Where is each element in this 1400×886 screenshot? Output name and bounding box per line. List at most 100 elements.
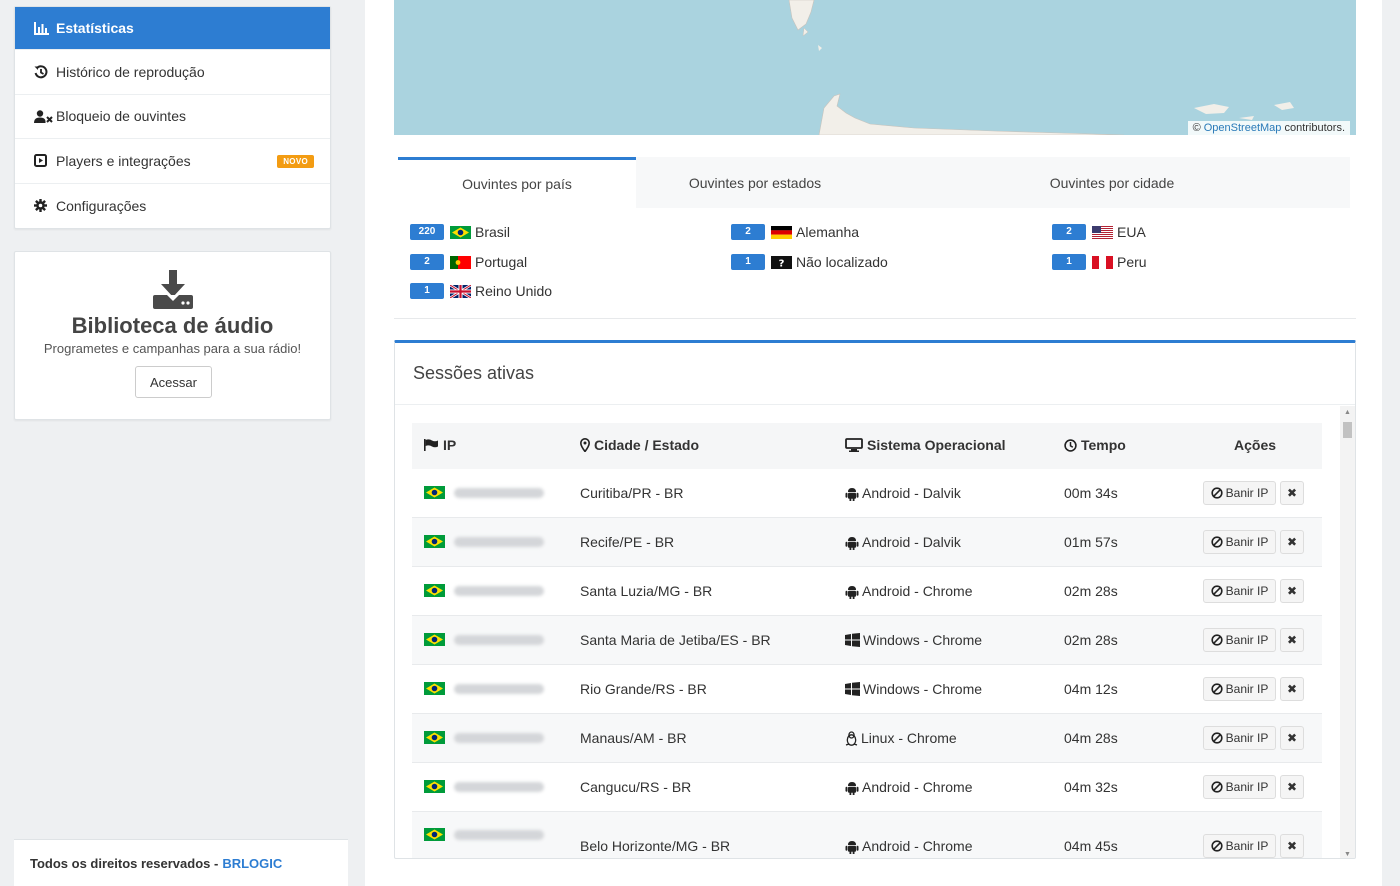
- brazil-flag-icon: [450, 225, 471, 239]
- sidebar-item-configuracoes[interactable]: Configurações: [15, 184, 330, 229]
- windows-icon: [845, 682, 860, 696]
- ban-ip-button[interactable]: Banir IP: [1203, 726, 1276, 750]
- ban-ip-button[interactable]: Banir IP: [1203, 834, 1276, 858]
- ban-ip-button[interactable]: Banir IP: [1203, 628, 1276, 652]
- ban-icon: [1211, 585, 1223, 597]
- tab-by-country[interactable]: Ouvintes por país: [398, 157, 636, 208]
- listener-map[interactable]: © OpenStreetMap contributors.: [394, 0, 1356, 135]
- android-icon: [845, 487, 859, 501]
- ip-redacted: [454, 732, 544, 743]
- scrollbar-thumb[interactable]: [1343, 422, 1352, 438]
- tab-by-city[interactable]: Ouvintes por cidade: [874, 157, 1350, 208]
- germany-flag-icon: [771, 225, 792, 239]
- country-name: EUA: [1117, 224, 1146, 240]
- linux-icon: [845, 730, 858, 746]
- close-session-button[interactable]: ✖: [1280, 775, 1304, 799]
- close-session-button[interactable]: ✖: [1280, 677, 1304, 701]
- scroll-up-icon[interactable]: ▲: [1344, 409, 1351, 416]
- divider: [395, 404, 1355, 405]
- ban-icon: [1211, 840, 1223, 852]
- listener-count-badge: 220: [410, 224, 444, 240]
- country-name: Portugal: [475, 254, 528, 270]
- table-scrollbar[interactable]: ▲ ▼: [1340, 406, 1355, 858]
- ban-icon: [1211, 487, 1223, 499]
- column-os: Sistema Operacional: [845, 437, 1006, 453]
- tab-by-state[interactable]: Ouvintes por estados: [636, 157, 874, 208]
- portugal-flag-icon: [450, 255, 471, 269]
- brlogic-link[interactable]: BRLOGIC: [222, 856, 282, 871]
- ip-cell: [424, 535, 544, 548]
- table-row: Belo Horizonte/MG - BR Android - Chrome …: [412, 812, 1322, 858]
- city-cell: Belo Horizonte/MG - BR: [580, 838, 731, 854]
- country-name: Não localizado: [796, 254, 888, 270]
- country-item: 1 Reino Unido: [410, 282, 552, 300]
- close-session-button[interactable]: ✖: [1280, 579, 1304, 603]
- ip-redacted: [454, 585, 544, 596]
- column-time: Tempo: [1064, 437, 1126, 453]
- scroll-down-icon[interactable]: ▼: [1344, 851, 1351, 858]
- ip-cell: [424, 828, 544, 841]
- ip-cell: [424, 584, 544, 597]
- close-session-button[interactable]: ✖: [1280, 481, 1304, 505]
- country-item: 220 Brasil: [410, 223, 510, 241]
- ban-ip-button[interactable]: Banir IP: [1203, 530, 1276, 554]
- android-icon: [845, 585, 859, 599]
- listener-count-badge: 1: [1052, 254, 1086, 270]
- ban-icon: [1211, 732, 1223, 744]
- access-button[interactable]: Acessar: [135, 366, 212, 398]
- country-item: 2 Portugal: [410, 253, 527, 271]
- time-cell: 04m 12s: [1064, 681, 1118, 697]
- map-attribution: © OpenStreetMap contributors.: [1187, 121, 1350, 135]
- android-icon: [845, 840, 859, 854]
- close-icon: ✖: [1286, 780, 1298, 794]
- ip-redacted: [454, 536, 544, 547]
- sidebar-item-players[interactable]: Players e integrações NOVO: [15, 139, 330, 184]
- unknown-flag-icon: ?: [771, 255, 792, 269]
- os-cell: Android - Chrome: [845, 583, 973, 599]
- uk-flag-icon: [450, 284, 471, 298]
- sidebar-item-label: Estatísticas: [56, 20, 134, 36]
- listener-count-badge: 2: [731, 224, 765, 240]
- download-icon: [152, 270, 194, 313]
- map-land: [788, 0, 1294, 135]
- table-row: Recife/PE - BR Android - Dalvik 01m 57s …: [412, 518, 1322, 567]
- city-cell: Rio Grande/RS - BR: [580, 681, 707, 697]
- close-session-button[interactable]: ✖: [1280, 726, 1304, 750]
- city-cell: Manaus/AM - BR: [580, 730, 687, 746]
- listener-count-badge: 2: [410, 254, 444, 270]
- close-session-button[interactable]: ✖: [1280, 628, 1304, 652]
- ip-cell: [424, 731, 544, 744]
- ban-ip-button[interactable]: Banir IP: [1203, 775, 1276, 799]
- country-name: Reino Unido: [475, 283, 553, 299]
- user-block-icon: [34, 110, 56, 123]
- audio-library-card: Biblioteca de áudio Programetes e campan…: [14, 251, 331, 420]
- brazil-flag-icon: [424, 731, 445, 744]
- ip-redacted: [454, 634, 544, 645]
- table-row: Manaus/AM - BR Linux - Chrome 04m 28s Ba…: [412, 714, 1322, 763]
- ban-icon: [1211, 634, 1223, 646]
- city-cell: Curitiba/PR - BR: [580, 485, 684, 501]
- time-cell: 02m 28s: [1064, 632, 1118, 648]
- close-icon: ✖: [1286, 839, 1298, 853]
- time-cell: 02m 28s: [1064, 583, 1118, 599]
- ban-icon: [1211, 536, 1223, 548]
- sidebar-item-bloqueio[interactable]: Bloqueio de ouvintes: [15, 95, 330, 139]
- play-square-icon: [34, 154, 56, 168]
- ip-cell: [424, 486, 544, 499]
- ban-ip-button[interactable]: Banir IP: [1203, 677, 1276, 701]
- ban-ip-button[interactable]: Banir IP: [1203, 481, 1276, 505]
- close-session-button[interactable]: ✖: [1280, 530, 1304, 554]
- country-item: 2 EUA: [1052, 223, 1146, 241]
- close-session-button[interactable]: ✖: [1280, 834, 1304, 858]
- brazil-flag-icon: [424, 633, 445, 646]
- flag-icon: [424, 439, 438, 451]
- openstreetmap-link[interactable]: OpenStreetMap: [1204, 122, 1282, 134]
- os-cell: Windows - Chrome: [845, 632, 982, 648]
- ip-cell: [424, 682, 544, 695]
- ip-redacted: [454, 781, 544, 792]
- ban-ip-button[interactable]: Banir IP: [1203, 579, 1276, 603]
- novo-badge: NOVO: [277, 155, 314, 168]
- usa-flag-icon: [1092, 225, 1113, 239]
- sidebar-item-historico[interactable]: Histórico de reprodução: [15, 50, 330, 95]
- sidebar-item-estatisticas[interactable]: Estatísticas: [15, 7, 330, 50]
